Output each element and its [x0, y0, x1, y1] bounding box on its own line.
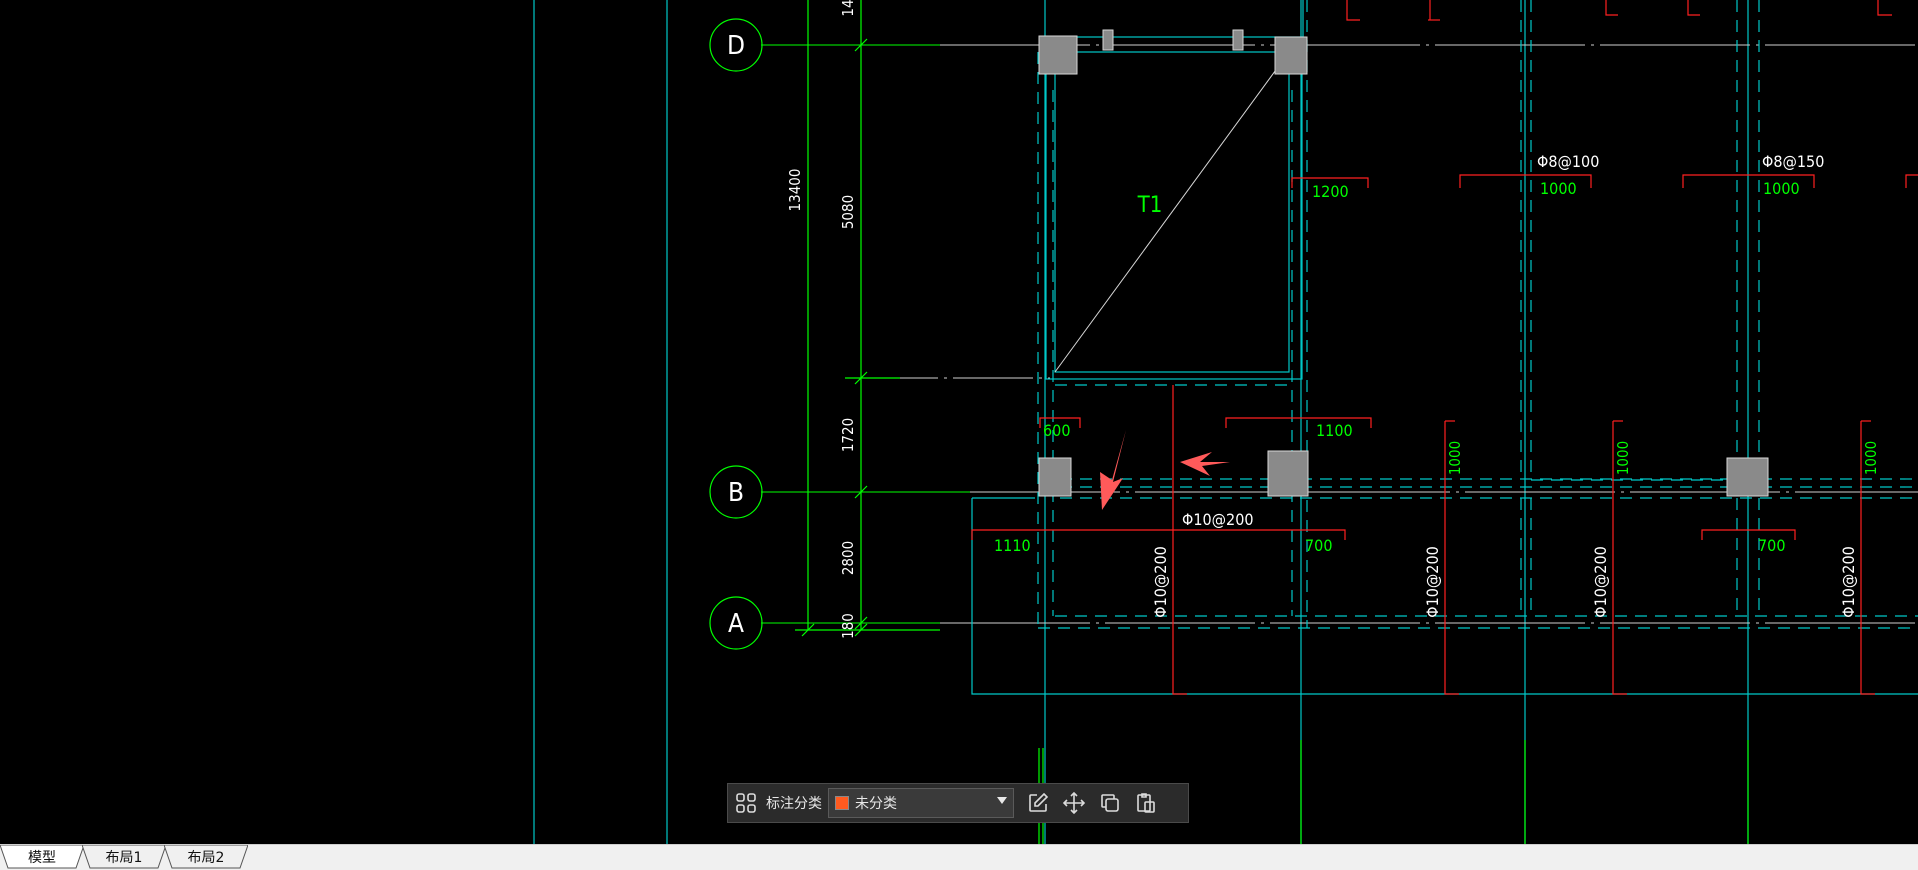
tab-layout1[interactable]: 布局1: [82, 845, 166, 869]
rebar-phi10-200-vertical: Φ10@200: [1423, 546, 1442, 618]
bar-length-600: 600: [1043, 421, 1070, 440]
dim-total: 13400: [786, 169, 804, 212]
paste-icon: [1137, 793, 1155, 813]
category-dropdown-value: 未分类: [855, 796, 897, 812]
rebar-phi10-200-vertical: Φ10@200: [1839, 546, 1858, 618]
column: [1726, 457, 1769, 497]
rebar-phi10-200-vertical: Φ10@200: [1591, 546, 1610, 618]
columns[interactable]: [1038, 29, 1769, 497]
dimension-lines: [795, 0, 940, 637]
move-icon: [1062, 791, 1086, 815]
column: [1102, 29, 1114, 51]
stair-label: T1: [1137, 193, 1163, 218]
bar-length-1000-vertical: 1000: [1862, 441, 1880, 475]
reference-lines: [533, 0, 1749, 844]
dim-1720: 1720: [839, 418, 857, 452]
bar-length-1000: 1000: [1763, 179, 1800, 198]
tab-model[interactable]: 模型: [0, 845, 84, 869]
grid-bubble-d-label: D: [727, 31, 745, 61]
bar-length-1200: 1200: [1312, 182, 1349, 201]
tab-model-label: 模型: [28, 850, 56, 866]
drawing-svg[interactable]: D B A 13400 5080 1720 2800 180 14 T1 Φ8@…: [0, 0, 1918, 844]
bar-length-1000-vertical: 1000: [1614, 441, 1632, 475]
copy-annotation-button[interactable]: [1092, 785, 1128, 821]
dim-top-cut: 14: [839, 0, 857, 17]
rebar-lines: [971, 0, 1918, 695]
tab-layout2-label: 布局2: [187, 850, 225, 866]
annotation-category-label: 标注分类: [766, 796, 822, 812]
dim-5080: 5080: [839, 195, 857, 229]
edit-icon: [1029, 792, 1049, 812]
grid-bubble-b-label: B: [728, 478, 744, 508]
bar-length-1100: 1100: [1316, 421, 1353, 440]
annotation-toolbar: 标注分类 未分类: [727, 783, 1189, 823]
category-dropdown[interactable]: 未分类: [828, 788, 1014, 818]
tab-layout1-label: 布局1: [105, 850, 143, 866]
edit-annotation-button[interactable]: [1020, 785, 1056, 821]
grid-axis-lines: [761, 44, 1918, 624]
bar-length-700: 700: [1305, 536, 1332, 555]
column: [1038, 457, 1072, 497]
grid-bubble-b[interactable]: B: [709, 465, 763, 519]
cad-drawing-canvas[interactable]: D B A 13400 5080 1720 2800 180 14 T1 Φ8@…: [0, 0, 1918, 844]
grid-bubble-a[interactable]: A: [709, 596, 763, 650]
tab-layout2[interactable]: 布局2: [164, 845, 248, 869]
rebar-phi10-200-horizontal: Φ10@200: [1182, 510, 1254, 529]
bar-length-1110: 1110: [994, 536, 1031, 555]
column: [1232, 29, 1244, 51]
layout-tab-bar: 模型 布局1 布局2: [0, 844, 1918, 870]
bar-length-1000-vertical: 1000: [1446, 441, 1464, 475]
layout-grid-icon: [736, 793, 756, 813]
rebar-phi8-150: Φ8@150: [1762, 152, 1824, 171]
bar-length-1000: 1000: [1540, 179, 1577, 198]
grid-bubble-a-label: A: [728, 609, 744, 639]
rebar-phi10-200-vertical: Φ10@200: [1151, 546, 1170, 618]
category-color-swatch: [835, 796, 849, 810]
paste-annotation-button[interactable]: [1128, 785, 1164, 821]
move-annotation-button[interactable]: [1056, 785, 1092, 821]
layout-grid-button[interactable]: [728, 785, 764, 821]
dim-2800: 2800: [839, 541, 857, 575]
stair-diagonal: [1054, 51, 1290, 373]
dim-180: 180: [839, 613, 857, 639]
column: [1267, 450, 1309, 497]
arrow-left-icon: [1180, 452, 1230, 476]
bar-length-700: 700: [1758, 536, 1785, 555]
column: [1274, 36, 1308, 75]
rebar-phi8-100: Φ8@100: [1537, 152, 1599, 171]
chevron-down-icon: [997, 797, 1007, 804]
copy-icon: [1101, 794, 1119, 812]
beam-dashed-lines: [1037, 0, 1918, 629]
grid-bubble-d[interactable]: D: [709, 18, 763, 72]
column: [1038, 35, 1078, 75]
